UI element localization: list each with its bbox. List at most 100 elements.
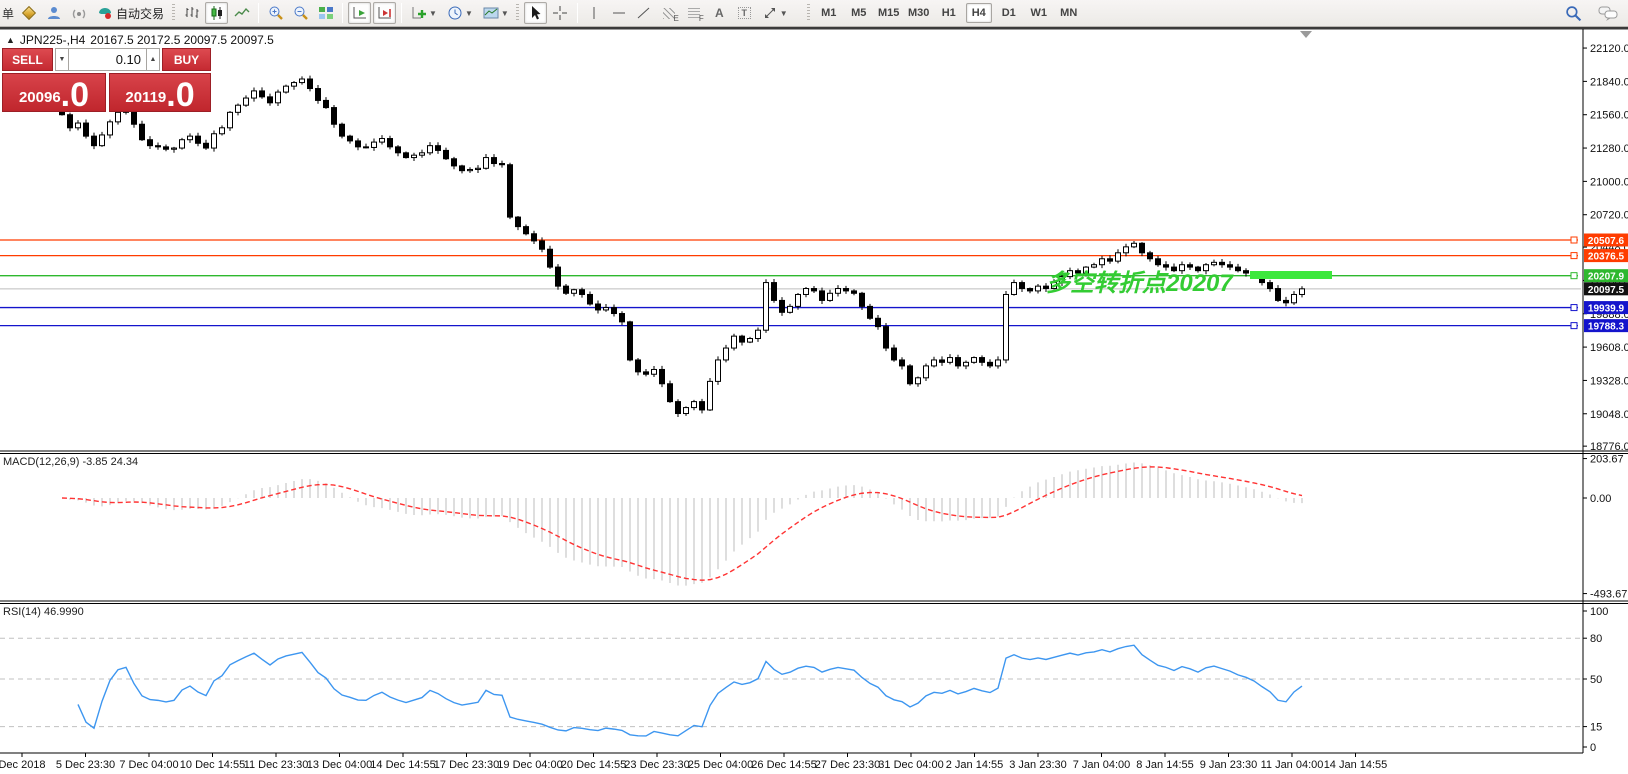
- auto-scroll-button[interactable]: [348, 2, 372, 24]
- diamond-icon: [21, 5, 36, 21]
- tile-windows-button[interactable]: [314, 2, 337, 24]
- buy-button[interactable]: BUY: [162, 48, 211, 71]
- dropdown-caret-icon: ▼: [779, 8, 788, 18]
- chat-button[interactable]: [1596, 2, 1619, 24]
- svg-text:19048.0: 19048.0: [1590, 409, 1628, 421]
- ohlc-bars-icon: [185, 7, 199, 18]
- fibonacci-tool-button[interactable]: F: [683, 2, 706, 24]
- svg-text:7 Jan 04:00: 7 Jan 04:00: [1073, 759, 1131, 771]
- templates-button[interactable]: ▼: [479, 2, 513, 24]
- svg-text:25 Dec 04:00: 25 Dec 04:00: [688, 759, 753, 771]
- svg-text:11 Dec 23:30: 11 Dec 23:30: [244, 759, 309, 771]
- svg-text:22120.0: 22120.0: [1590, 43, 1628, 55]
- vertical-line-icon: [593, 7, 595, 19]
- vertical-line-tool-button[interactable]: [583, 2, 606, 24]
- svg-text:8 Jan 14:55: 8 Jan 14:55: [1136, 759, 1194, 771]
- timeframe-mn-button[interactable]: MN: [1056, 3, 1082, 23]
- svg-text:19608.0: 19608.0: [1590, 342, 1628, 354]
- timeframe-w1-button[interactable]: W1: [1026, 3, 1052, 23]
- timeframe-m5-button[interactable]: M5: [846, 3, 872, 23]
- svg-text:20376.5: 20376.5: [1588, 252, 1625, 263]
- svg-text:RSI(14) 46.9990: RSI(14) 46.9990: [3, 606, 84, 618]
- autotrading-button[interactable]: 自动交易: [92, 2, 169, 24]
- svg-text:19 Dec 04:00: 19 Dec 04:00: [497, 759, 562, 771]
- sell-button[interactable]: SELL: [2, 48, 53, 71]
- svg-text:2 Jan 14:55: 2 Jan 14:55: [946, 759, 1004, 771]
- autotrading-icon: [99, 8, 112, 19]
- data-window-button[interactable]: [42, 2, 65, 24]
- volume-input[interactable]: [69, 48, 146, 71]
- svg-text:19939.9: 19939.9: [1588, 304, 1625, 315]
- timeframe-d1-button[interactable]: D1: [996, 3, 1022, 23]
- candlestick-chart-button[interactable]: [205, 2, 229, 24]
- svg-text:15: 15: [1590, 722, 1602, 734]
- toolbar-separator: [401, 3, 403, 23]
- chart-canvas[interactable]: 22120.0 21840.0 21560.0 21280.0 21000.0 20720…: [0, 29, 1628, 774]
- search-button[interactable]: [1562, 2, 1585, 24]
- cursor-arrow-icon: [532, 6, 541, 20]
- volume-increase-button[interactable]: ▲: [146, 48, 160, 71]
- svg-text:9 Jan 23:30: 9 Jan 23:30: [1200, 759, 1258, 771]
- arrows-tool-button[interactable]: ▼: [758, 2, 792, 24]
- indicators-button[interactable]: ▼: [407, 2, 441, 24]
- timeframe-m30-button[interactable]: M30: [906, 3, 932, 23]
- timeframe-m1-button[interactable]: M1: [816, 3, 842, 23]
- svg-text:20 Dec 14:55: 20 Dec 14:55: [561, 759, 626, 771]
- toolbar-grip: [515, 4, 519, 22]
- text-label-tool-button[interactable]: T: [733, 2, 756, 24]
- svg-text:13 Dec 04:00: 13 Dec 04:00: [307, 759, 372, 771]
- dropdown-caret-icon: ▼: [429, 8, 437, 18]
- sell-price-display[interactable]: 20096 .0: [2, 73, 106, 112]
- sell-price-main: 20096: [18, 89, 61, 106]
- sell-price-pips: .0: [60, 75, 90, 114]
- horizontal-line-tool-button[interactable]: [608, 2, 631, 24]
- svg-text:26 Dec 14:55: 26 Dec 14:55: [751, 759, 816, 771]
- chart-title: ▲ JPN225-,H4 20167.5 20172.5 20097.5 200…: [6, 33, 274, 47]
- timeframe-m15-button[interactable]: M15: [876, 3, 902, 23]
- line-chart-icon: [234, 7, 250, 17]
- timeframe-h4-button[interactable]: H4: [965, 3, 992, 23]
- cursor-tool-button[interactable]: [523, 2, 547, 24]
- mql5-community-button[interactable]: [17, 2, 40, 24]
- ohlc-values: 20167.5 20172.5 20097.5 20097.5: [90, 33, 274, 47]
- chat-bubbles-icon: [1598, 6, 1617, 21]
- svg-text:50: 50: [1590, 674, 1602, 686]
- bar-chart-button[interactable]: [180, 2, 203, 24]
- svg-text:27 Dec 23:30: 27 Dec 23:30: [815, 759, 880, 771]
- collapse-triangle-icon[interactable]: ▲: [6, 35, 15, 45]
- label-box-icon: T: [737, 7, 751, 19]
- toolbar: 单 自动交易 ▼ ▼ ▼ E F A T ▼ M1 M5 M15 M30 H1 …: [0, 0, 1628, 27]
- svg-text:31 Dec 04:00: 31 Dec 04:00: [878, 759, 943, 771]
- signals-button[interactable]: [67, 2, 90, 24]
- new-order-button[interactable]: 单: [1, 2, 15, 24]
- zoom-out-button[interactable]: [289, 2, 312, 24]
- svg-text:21560.0: 21560.0: [1590, 110, 1628, 122]
- tile-windows-icon: [318, 7, 333, 19]
- periods-button[interactable]: ▼: [443, 2, 477, 24]
- zoom-in-button[interactable]: [264, 2, 287, 24]
- volume-decrease-button[interactable]: ▼: [55, 48, 69, 71]
- chart-shift-button[interactable]: [373, 2, 397, 24]
- clock-icon: [448, 6, 462, 20]
- timeframe-group: M1 M5 M15 M30 H1 H4 D1 W1 MN: [814, 3, 1084, 23]
- trendline-tool-button[interactable]: [633, 2, 656, 24]
- dropdown-caret-icon: ▼: [500, 8, 509, 18]
- equidistant-channel-tool-button[interactable]: E: [658, 2, 681, 24]
- timeframe-h1-button[interactable]: H1: [936, 3, 962, 23]
- line-chart-button[interactable]: [230, 2, 253, 24]
- svg-text:19328.0: 19328.0: [1590, 375, 1628, 387]
- symbol-period-label: JPN225-,H4: [19, 33, 86, 47]
- svg-text:14 Jan 14:55: 14 Jan 14:55: [1324, 759, 1388, 771]
- candlestick-icon: [211, 6, 222, 20]
- svg-text:80: 80: [1590, 633, 1602, 645]
- buy-price-main: 20119: [125, 89, 167, 106]
- svg-text:21000.0: 21000.0: [1590, 176, 1628, 188]
- svg-text:21840.0: 21840.0: [1590, 76, 1628, 88]
- svg-text:20507.6: 20507.6: [1588, 236, 1625, 247]
- crosshair-tool-button[interactable]: [549, 2, 572, 24]
- arrows-icon: [764, 8, 775, 18]
- svg-text:Dec 2018: Dec 2018: [0, 759, 46, 771]
- buy-price-display[interactable]: 20119 .0: [109, 73, 211, 112]
- text-tool-button[interactable]: A: [708, 2, 731, 24]
- svg-text:7 Dec 04:00: 7 Dec 04:00: [119, 759, 178, 771]
